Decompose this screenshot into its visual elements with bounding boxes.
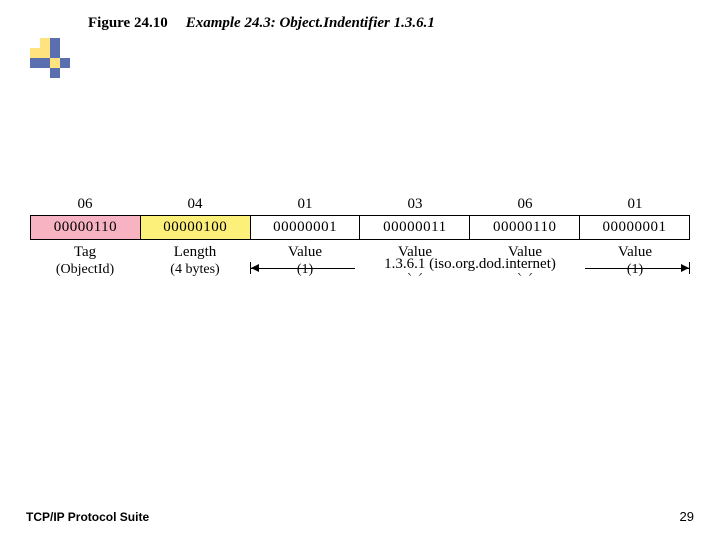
binary-cell: 00000011 (360, 215, 470, 240)
dimension-label: 1.3.6.1 (iso.org.dod.internet) (355, 256, 585, 273)
encoding-diagram: 06 04 01 03 06 01 00000110 00000100 0000… (30, 196, 690, 279)
arrow-right-icon (681, 264, 689, 272)
dimension-cap-right (689, 262, 690, 274)
field-sub: (4 bytes) (170, 262, 219, 277)
hex-cell: 01 (250, 196, 360, 215)
figure-label: Figure 24.10 (88, 15, 168, 31)
binary-cell: 00000110 (470, 215, 580, 240)
hex-cell: 03 (360, 196, 470, 215)
label-cell: Length (4 bytes) (140, 240, 250, 279)
binary-row: 00000110 00000100 00000001 00000011 0000… (30, 215, 690, 240)
figure-title: Example 24.3: Object.Indentifier 1.3.6.1 (186, 15, 435, 31)
label-cell: Tag (ObjectId) (30, 240, 140, 279)
field-sub: (ObjectId) (56, 262, 114, 277)
field-label: Length (174, 244, 217, 260)
binary-cell: 00000001 (580, 215, 690, 240)
hex-row: 06 04 01 03 06 01 (30, 196, 690, 215)
slide-bullet-icon (30, 38, 70, 78)
field-label: Tag (74, 244, 96, 260)
page-number: 29 (680, 509, 694, 524)
hex-cell: 06 (470, 196, 580, 215)
binary-cell: 00000110 (30, 215, 141, 240)
oid-dimension: 1.3.6.1 (iso.org.dod.internet) (250, 258, 690, 280)
figure-header: Figure 24.10 Example 24.3: Object.Indent… (88, 14, 435, 32)
footer-text: TCP/IP Protocol Suite (26, 510, 149, 524)
hex-cell: 01 (580, 196, 690, 215)
binary-cell: 00000001 (251, 215, 361, 240)
arrow-left-icon (251, 264, 259, 272)
hex-cell: 04 (140, 196, 250, 215)
hex-cell: 06 (30, 196, 140, 215)
binary-cell: 00000100 (141, 215, 251, 240)
